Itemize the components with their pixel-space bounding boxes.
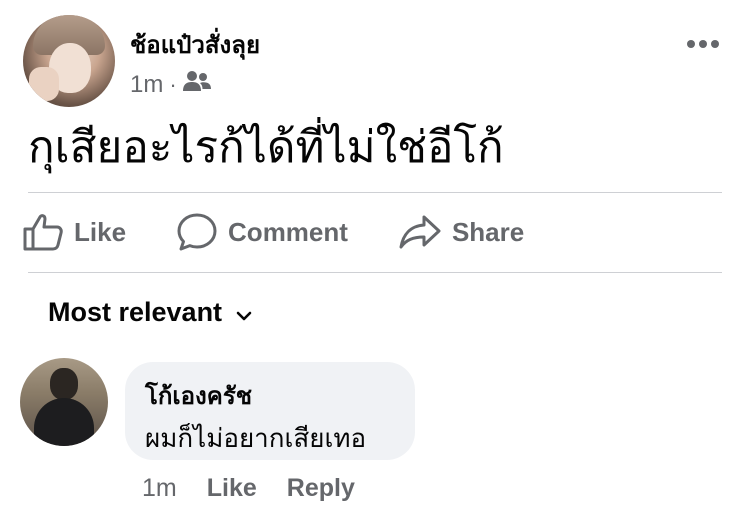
comment-author[interactable]: โก้เองครัช [145,376,252,415]
comment-icon [176,212,218,252]
post-author-name[interactable]: ช้อแป๋วสั่งลุย [130,25,260,64]
comment-text: ผมก็ไม่อยากเสียเทอ [145,423,367,453]
comment-reply-button[interactable]: Reply [287,474,355,503]
divider-bottom [28,272,722,273]
sort-label: Most relevant [48,297,223,327]
avatar-body [34,398,94,446]
post-time[interactable]: 1m [130,71,163,99]
like-label: Like [74,216,127,247]
comment-actions: 1m Like Reply [142,474,355,503]
comment-time[interactable]: 1m [142,474,177,503]
share-label: Share [451,216,525,247]
comment-like-button[interactable]: Like [207,474,257,503]
divider-top [28,192,722,193]
share-icon [398,214,442,250]
post-text: กุเสียอะไรก้ได้ที่ไม่ใช่อีโก้ [28,123,504,172]
post-meta: 1m · [130,70,211,99]
commenter-avatar[interactable] [20,358,108,446]
comment-button[interactable]: Comment [176,212,348,252]
post-author-avatar[interactable] [23,15,115,107]
comments-sort-dropdown[interactable]: Most relevant [48,297,252,328]
share-button[interactable]: Share [398,214,524,250]
like-button[interactable]: Like [22,213,126,251]
like-icon [22,213,64,251]
chevron-down-icon [236,297,252,328]
post-actions-bar: Like Comment Share [22,212,574,252]
meta-separator: · [169,71,177,97]
avatar-head [50,368,78,400]
friends-icon[interactable] [182,70,211,99]
comment-label: Comment [228,216,348,247]
more-horizontal-icon[interactable] [686,30,720,50]
avatar-hand [29,67,59,101]
comment-bubble: โก้เองครัช ผมก็ไม่อยากเสียเทอ [125,362,415,460]
